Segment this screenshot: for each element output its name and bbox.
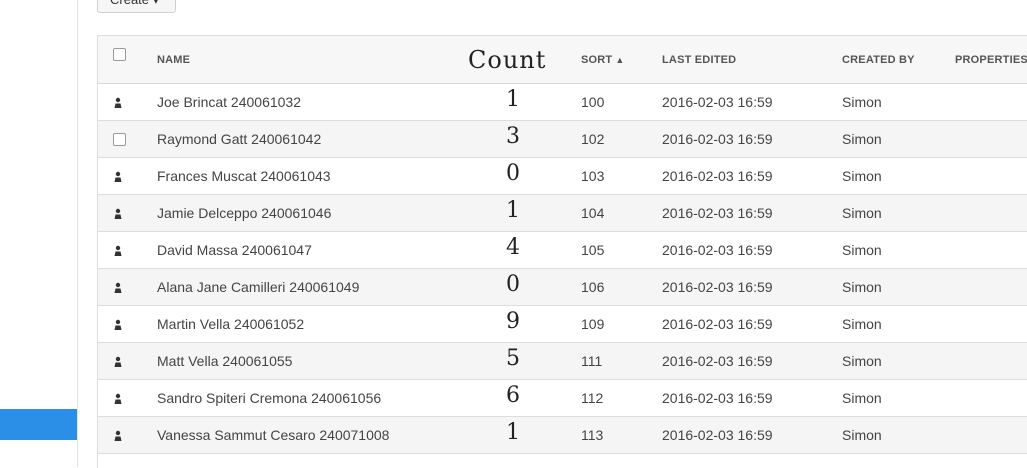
row-count: 6 bbox=[506, 383, 520, 408]
column-header-created-by[interactable]: CREATED BY bbox=[842, 54, 915, 66]
sidebar bbox=[0, 0, 78, 467]
row-count: 1 bbox=[506, 87, 520, 112]
row-count: 1 bbox=[506, 198, 520, 223]
row-last-edited: 2016-02-03 16:59 bbox=[662, 168, 773, 184]
row-count: 9 bbox=[506, 309, 520, 334]
table-row[interactable]: Frances Muscat 240061043 0 103 2016-02-03 1… bbox=[98, 158, 1027, 195]
user-icon bbox=[112, 429, 124, 441]
row-last-edited: 2016-02-03 16:59 bbox=[662, 131, 773, 147]
row-created-by: Simon bbox=[842, 353, 882, 369]
user-icon bbox=[112, 281, 124, 293]
row-last-edited: 2016-02-03 16:59 bbox=[662, 353, 773, 369]
table-row[interactable]: Jamie Delceppo 240061046 1 104 2016-02-03 1… bbox=[98, 195, 1027, 232]
content-table: NAME Count SORT ▲ LAST EDITED CREATED BY … bbox=[97, 35, 1027, 468]
row-name[interactable]: Sandro Spiteri Cremona 240061056 bbox=[157, 390, 381, 406]
row-count: 4 bbox=[506, 235, 520, 260]
row-sort: 102 bbox=[581, 131, 605, 147]
table-row[interactable]: Sandro Spiteri Cremona 240061056 6 112 2016… bbox=[98, 380, 1027, 417]
user-icon bbox=[112, 318, 124, 330]
table-row[interactable]: Martin Vella 240061052 9 109 2016-02-03 16:… bbox=[98, 306, 1027, 343]
row-sort: 109 bbox=[581, 316, 605, 332]
row-name[interactable]: Joe Brincat 240061032 bbox=[157, 94, 301, 110]
table-row[interactable]: Matt Vella 240061055 5 111 2016-02-03 16:59… bbox=[98, 343, 1027, 380]
column-header-name[interactable]: NAME bbox=[157, 54, 190, 66]
row-name[interactable]: Vanessa Sammut Cesaro 240071008 bbox=[157, 427, 389, 443]
select-all-checkbox[interactable] bbox=[113, 48, 126, 61]
user-icon bbox=[112, 392, 124, 404]
row-last-edited: 2016-02-03 16:59 bbox=[662, 205, 773, 221]
row-name[interactable]: Frances Muscat 240061043 bbox=[157, 168, 331, 184]
user-icon bbox=[112, 170, 124, 182]
row-created-by: Simon bbox=[842, 390, 882, 406]
row-last-edited: 2016-02-03 16:59 bbox=[662, 279, 773, 295]
row-count: 1 bbox=[506, 420, 520, 445]
row-sort: 100 bbox=[581, 94, 605, 110]
sort-label: SORT bbox=[581, 54, 613, 66]
row-created-by: Simon bbox=[842, 242, 882, 258]
row-created-by: Simon bbox=[842, 427, 882, 443]
row-created-by: Simon bbox=[842, 94, 882, 110]
row-name[interactable]: Martin Vella 240061052 bbox=[157, 316, 304, 332]
sort-ascending-icon: ▲ bbox=[615, 55, 625, 65]
column-header-properties[interactable]: PROPERTIES bbox=[955, 54, 1027, 66]
row-last-edited: 2016-02-03 16:59 bbox=[662, 242, 773, 258]
table-row[interactable]: Joe Brincat 240061032 1 100 2016-02-03 16:5… bbox=[98, 84, 1027, 121]
row-count: 3 bbox=[506, 124, 520, 149]
table-row[interactable]: Raymond Gatt 240061042 3 102 2016-02-03 16:… bbox=[98, 121, 1027, 158]
column-header-count: Count bbox=[468, 46, 547, 74]
row-name[interactable]: David Massa 240061047 bbox=[157, 242, 312, 258]
table-row[interactable]: Alana Jane Camilleri 240061049 0 106 2016-0… bbox=[98, 269, 1027, 306]
table-row[interactable]: David Massa 240061047 4 105 2016-02-03 16:5… bbox=[98, 232, 1027, 269]
row-name[interactable]: Jamie Delceppo 240061046 bbox=[157, 205, 331, 221]
row-last-edited: 2016-02-03 16:59 bbox=[662, 390, 773, 406]
row-count: 0 bbox=[506, 272, 520, 297]
user-icon bbox=[112, 96, 124, 108]
row-created-by: Simon bbox=[842, 279, 882, 295]
row-name[interactable]: Raymond Gatt 240061042 bbox=[157, 131, 321, 147]
create-button[interactable]: Create ▾ bbox=[97, 0, 176, 13]
row-sort: 112 bbox=[581, 390, 604, 406]
user-icon bbox=[112, 355, 124, 367]
row-count: 0 bbox=[506, 161, 520, 186]
row-name[interactable]: Matt Vella 240061055 bbox=[157, 353, 292, 369]
row-last-edited: 2016-02-03 16:59 bbox=[662, 427, 773, 443]
row-sort: 113 bbox=[581, 427, 604, 443]
row-sort: 104 bbox=[581, 205, 605, 221]
table-row[interactable]: Vanessa Sammut Cesaro 240071008 1 113 2016-… bbox=[98, 417, 1027, 454]
row-sort: 106 bbox=[581, 279, 605, 295]
row-created-by: Simon bbox=[842, 168, 882, 184]
user-icon bbox=[112, 207, 124, 219]
row-sort: 103 bbox=[581, 168, 605, 184]
column-header-sort[interactable]: SORT ▲ bbox=[581, 54, 624, 66]
row-last-edited: 2016-02-03 16:59 bbox=[662, 316, 773, 332]
table-header: NAME Count SORT ▲ LAST EDITED CREATED BY … bbox=[98, 36, 1027, 84]
sidebar-active-item[interactable] bbox=[0, 409, 77, 440]
row-select-checkbox[interactable] bbox=[113, 133, 126, 146]
column-header-last-edited[interactable]: LAST EDITED bbox=[662, 54, 736, 66]
row-sort: 111 bbox=[581, 353, 603, 369]
row-last-edited: 2016-02-03 16:59 bbox=[662, 94, 773, 110]
row-created-by: Simon bbox=[842, 316, 882, 332]
row-created-by: Simon bbox=[842, 205, 882, 221]
table-row-partial[interactable] bbox=[98, 454, 1027, 468]
row-name[interactable]: Alana Jane Camilleri 240061049 bbox=[157, 279, 359, 295]
row-count: 5 bbox=[506, 346, 520, 371]
row-sort: 105 bbox=[581, 242, 605, 258]
row-created-by: Simon bbox=[842, 131, 882, 147]
user-icon bbox=[112, 244, 124, 256]
